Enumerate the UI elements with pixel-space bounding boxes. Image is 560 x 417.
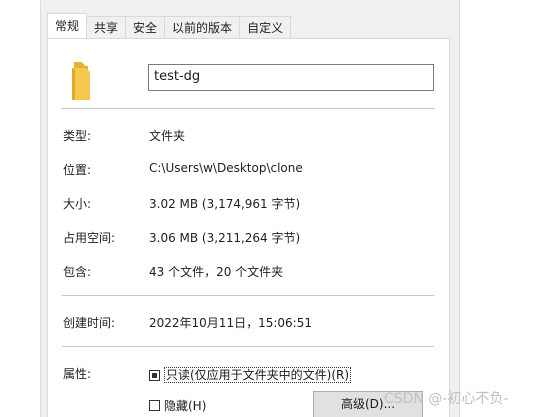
location-label: 位置: [63,163,92,177]
tab-security[interactable]: 安全 [125,16,166,38]
attributes-label: 属性: [63,367,92,381]
size-value: 3.02 MB (3,174,961 字节) [149,197,301,211]
location-value: C:\Users\w\Desktop\clone [149,161,303,175]
readonly-checkbox[interactable] [149,369,160,381]
separator [62,295,434,296]
type-label: 类型: [63,129,92,143]
hidden-checkbox-label: 隐藏(H) [164,398,207,413]
created-value: 2022年10月11日，15:06:51 [149,316,312,330]
size-on-disk-value: 3.06 MB (3,211,264 字节) [149,231,301,245]
size-label: 大小: [63,197,92,211]
tab-general[interactable]: 常规 [47,13,88,38]
separator [62,108,434,109]
separator [62,346,434,347]
hidden-checkbox[interactable] [149,399,160,411]
type-value: 文件夹 [149,129,186,143]
created-label: 创建时间: [63,316,116,330]
readonly-checkbox-label: 只读(仅应用于文件夹中的文件)(R) [164,367,352,383]
readonly-checkbox-row[interactable]: 只读(仅应用于文件夹中的文件)(R) [149,366,352,384]
watermark-text: CSDN @-初心不负- [384,391,509,407]
contains-value: 43 个文件，20 个文件夹 [149,265,284,279]
folder-icon [72,62,90,100]
size-on-disk-label: 占用空间: [63,231,116,245]
tab-strip: 常规 共享 安全 以前的版本 自定义 [47,13,292,38]
tab-customize[interactable]: 自定义 [239,16,292,38]
tab-previous-versions[interactable]: 以前的版本 [164,16,241,38]
hidden-checkbox-row[interactable]: 隐藏(H) [149,396,206,414]
tab-sharing[interactable]: 共享 [86,16,127,38]
contains-label: 包含: [63,265,92,279]
general-panel: test-dg 类型: 文件夹 位置: C:\Users\w\Desktop\c… [47,38,450,417]
folder-name-input[interactable]: test-dg [148,64,434,91]
screen: 常规 共享 安全 以前的版本 自定义 test-dg 类型: 文件夹 位置: C… [0,0,560,417]
